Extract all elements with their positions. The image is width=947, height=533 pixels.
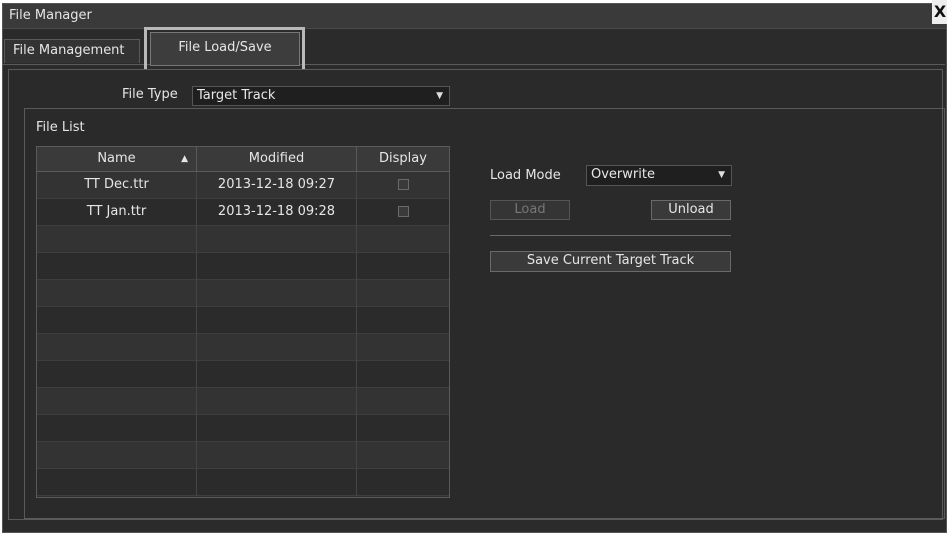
- table-header: Name ▲ Modified Display: [37, 147, 449, 172]
- display-checkbox[interactable]: [397, 206, 409, 217]
- column-header-modified[interactable]: Modified: [197, 147, 357, 172]
- file-type-select[interactable]: Target Track ▼: [192, 86, 450, 106]
- divider: [490, 235, 731, 236]
- column-header-modified-label: Modified: [248, 151, 305, 166]
- table-row-empty: [37, 469, 449, 496]
- save-current-target-track-button[interactable]: Save Current Target Track: [490, 251, 731, 272]
- table-row-empty: [37, 361, 449, 388]
- table-row-empty: [37, 442, 449, 469]
- chevron-down-icon: ▼: [436, 91, 443, 101]
- close-icon: X: [933, 2, 947, 21]
- cell-display: [357, 172, 449, 199]
- table-row-empty: [37, 280, 449, 307]
- cell-modified: 2013-12-18 09:28: [197, 199, 357, 226]
- cell-name: TT Jan.ttr: [37, 199, 197, 226]
- load-mode-value: Overwrite: [591, 167, 655, 182]
- cell-name: TT Dec.ttr: [37, 172, 197, 199]
- close-button[interactable]: X: [932, 0, 947, 24]
- title-bar: File Manager: [3, 4, 946, 29]
- chevron-down-icon: ▼: [718, 170, 725, 180]
- column-header-name-label: Name: [97, 151, 136, 166]
- window-title: File Manager: [9, 8, 92, 23]
- cell-modified: 2013-12-18 09:27: [197, 172, 357, 199]
- load-mode-select[interactable]: Overwrite ▼: [586, 165, 732, 186]
- table-row[interactable]: TT Jan.ttr 2013-12-18 09:28: [37, 199, 449, 226]
- sort-ascending-icon: ▲: [181, 154, 188, 164]
- tab-file-management-label: File Management: [13, 43, 125, 58]
- table-row[interactable]: TT Dec.ttr 2013-12-18 09:27: [37, 172, 449, 199]
- file-list-title: File List: [36, 120, 85, 135]
- load-button[interactable]: Load: [490, 200, 570, 220]
- load-mode-label: Load Mode: [490, 168, 561, 183]
- unload-button[interactable]: Unload: [651, 200, 731, 220]
- file-type-label: File Type: [122, 87, 178, 102]
- tab-file-management[interactable]: File Management: [4, 39, 140, 63]
- file-type-value: Target Track: [197, 88, 276, 103]
- table-row-empty: [37, 307, 449, 334]
- table-row-empty: [37, 226, 449, 253]
- table-row-empty: [37, 253, 449, 280]
- table-body: TT Dec.ttr 2013-12-18 09:27 TT Jan.ttr 2…: [37, 172, 449, 496]
- table-row-empty: [37, 334, 449, 361]
- table-row-empty: [37, 388, 449, 415]
- table-row-empty: [37, 415, 449, 442]
- display-checkbox[interactable]: [397, 179, 409, 190]
- file-list-table: Name ▲ Modified Display TT Dec.ttr 2013-…: [36, 146, 450, 498]
- column-header-display-label: Display: [379, 151, 427, 166]
- column-header-name[interactable]: Name ▲: [37, 147, 197, 172]
- column-header-display[interactable]: Display: [357, 147, 449, 172]
- cell-display: [357, 199, 449, 226]
